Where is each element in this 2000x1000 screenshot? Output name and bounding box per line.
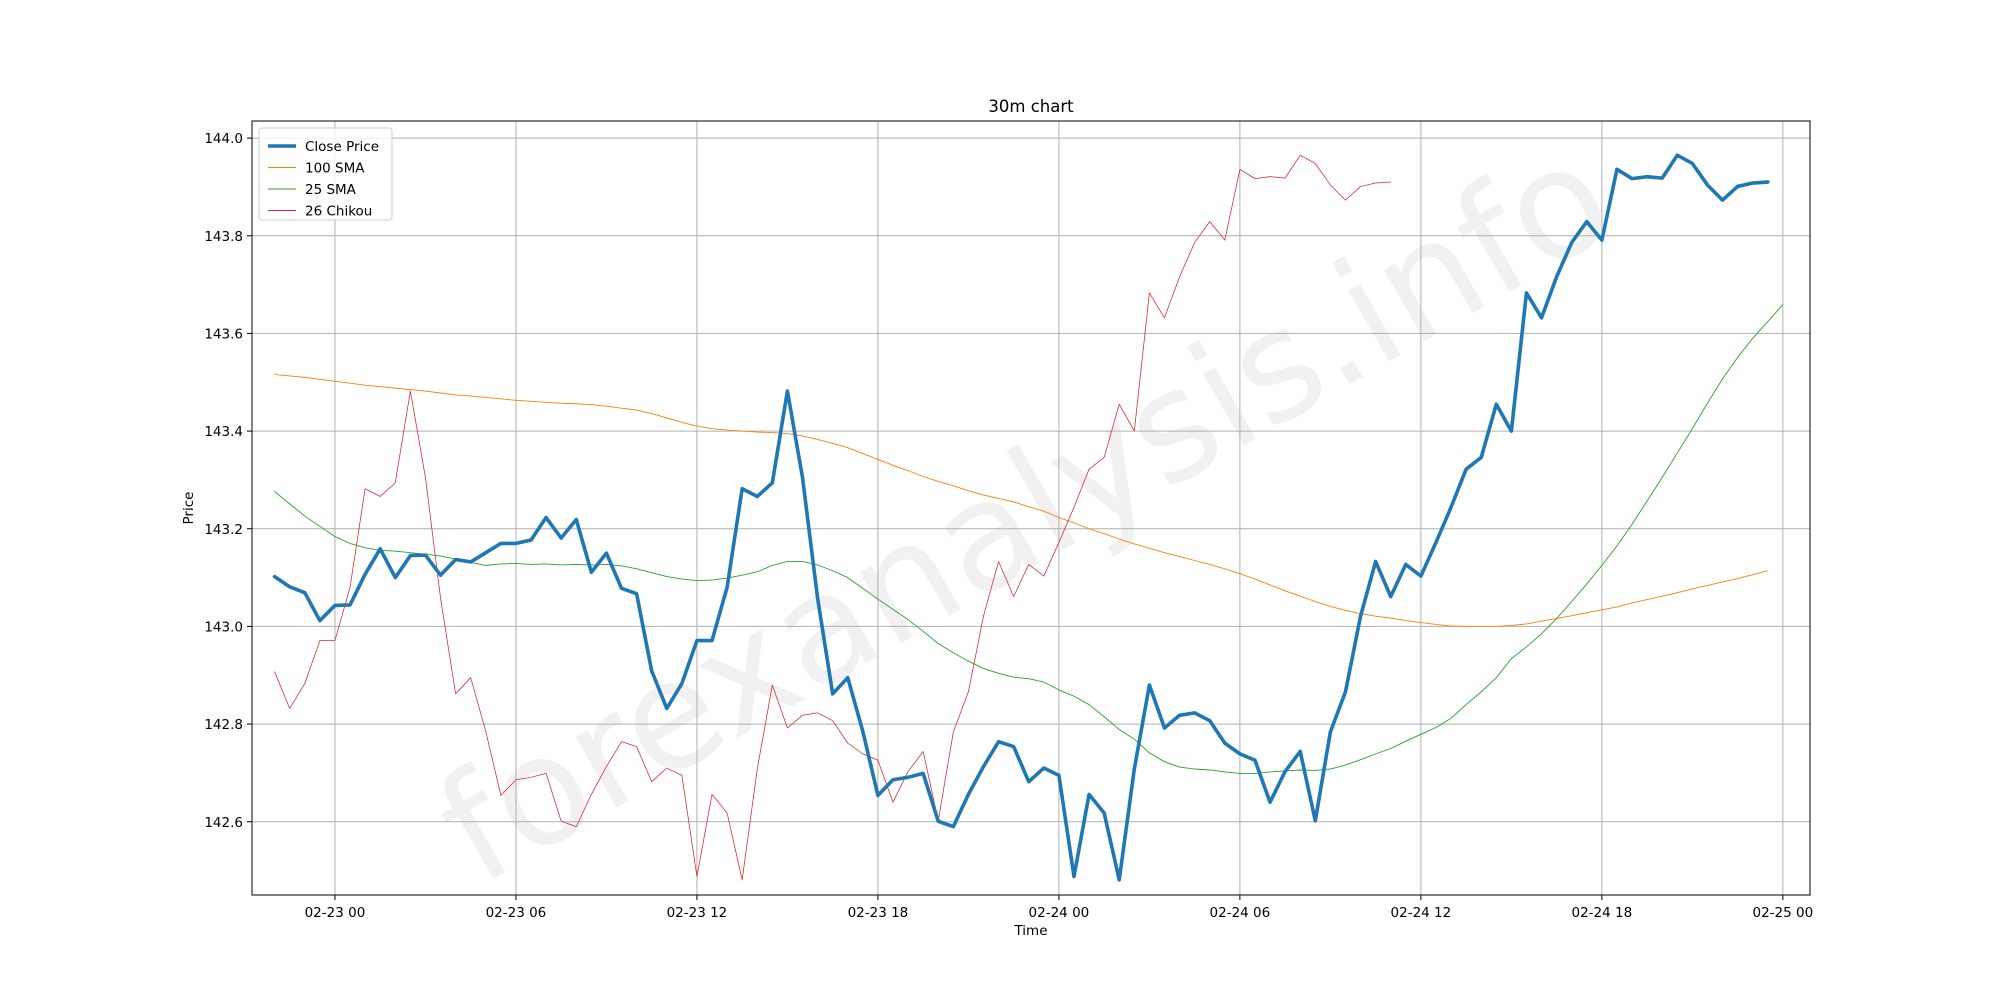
- y-tick-label: 143.2: [204, 522, 243, 538]
- watermark-text: forexanalysis.info: [410, 108, 1638, 918]
- x-tick-label: 02-24 12: [1391, 905, 1452, 921]
- y-tick-label: 143.8: [204, 229, 243, 245]
- line-chart: forexanalysis.info 02-23 00 02-23 06 02-23…: [181, 97, 1814, 939]
- legend-entry-label: 25 SMA: [305, 182, 357, 198]
- y-tick-label: 142.8: [204, 717, 243, 733]
- x-axis-label: Time: [1013, 923, 1047, 939]
- y-tick-label: 143.6: [204, 326, 243, 342]
- x-tick-label: 02-24 18: [1572, 905, 1633, 921]
- x-tick-label: 02-23 18: [848, 905, 909, 921]
- y-tick-label: 143.4: [204, 424, 243, 440]
- chart-title: 30m chart: [988, 97, 1074, 116]
- x-tick-label: 02-24 00: [1029, 905, 1090, 921]
- x-tick-label: 02-23 00: [305, 905, 366, 921]
- y-tick-label: 142.6: [204, 815, 243, 831]
- x-tick-label: 02-25 00: [1753, 905, 1814, 921]
- legend-entry-label: 26 Chikou: [305, 204, 372, 220]
- legend: Close Price 100 SMA 25 SMA 26 Chikou: [258, 127, 393, 221]
- y-tick-label: 144.0: [204, 131, 243, 147]
- legend-entry-label: Close Price: [305, 139, 379, 155]
- y-axis-label: Price: [181, 492, 197, 525]
- x-tick-label: 02-24 06: [1210, 905, 1271, 921]
- x-tick-label: 02-23 06: [486, 905, 547, 921]
- legend-entry-label: 100 SMA: [305, 161, 365, 177]
- x-tick-label: 02-23 12: [667, 905, 728, 921]
- y-tick-label: 143.0: [204, 619, 243, 635]
